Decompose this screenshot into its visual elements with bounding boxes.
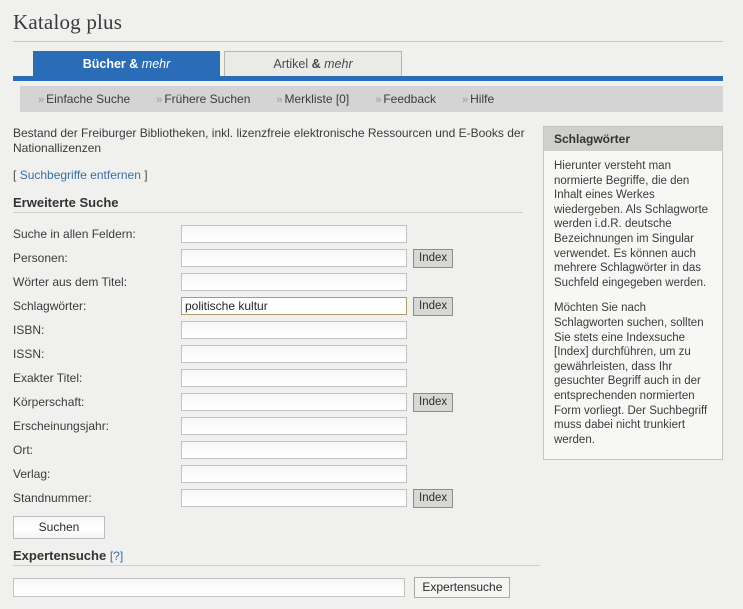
field-label-alle-felder: Suche in allen Feldern: xyxy=(13,227,136,241)
field-label-standnummer: Standnummer: xyxy=(13,491,92,505)
help-panel-schlagwoerter: Schlagwörter Hierunter versteht man norm… xyxy=(543,126,723,461)
table-row: Ort: xyxy=(13,438,473,462)
chevron-right-icon: » xyxy=(156,94,163,106)
search-submit-button[interactable]: Suchen xyxy=(13,516,105,539)
nav-item-einfache-suche-label: Einfache Suche xyxy=(46,92,131,106)
search-input-erscheinungsjahr[interactable] xyxy=(181,417,407,435)
expert-search-divider xyxy=(13,565,540,566)
advanced-search-divider xyxy=(13,212,523,213)
search-input-schlagwoerter[interactable] xyxy=(181,297,407,315)
secondary-nav: » Einfache Suche» Frühere Suchen» Merkliste… xyxy=(20,86,723,112)
nav-item-merkliste[interactable]: » Merkliste [0] xyxy=(276,86,349,113)
expert-search-heading: Expertensuche [?] xyxy=(13,548,540,563)
tab-artikel-und-mehr[interactable]: Artikel & mehr xyxy=(224,51,402,76)
expert-search-submit-button[interactable]: Expertensuche xyxy=(414,577,511,598)
expert-search-input[interactable] xyxy=(13,578,405,597)
title-divider xyxy=(13,41,723,42)
tab-artikel-label: Artikel xyxy=(273,57,309,71)
field-label-exakter-titel: Exakter Titel: xyxy=(13,371,83,385)
table-row: Suche in allen Feldern: xyxy=(13,222,473,246)
search-input-issn[interactable] xyxy=(181,345,407,363)
field-label-schlagwoerter: Schlagwörter: xyxy=(13,299,87,313)
table-row: ISBN: xyxy=(13,318,473,342)
search-input-woerter-titel[interactable] xyxy=(181,273,407,291)
field-label-issn: ISSN: xyxy=(13,347,45,361)
left-column: Bestand der Freiburger Bibliotheken, ink… xyxy=(0,126,540,598)
collection-description: Bestand der Freiburger Bibliotheken, ink… xyxy=(13,126,525,155)
tab-artikel-ampersand: & xyxy=(311,57,321,71)
table-row: Standnummer: Index xyxy=(13,486,473,510)
table-row: Verlag: xyxy=(13,462,473,486)
nav-item-hilfe[interactable]: » Hilfe xyxy=(462,86,494,113)
page-title: Katalog plus xyxy=(13,10,123,34)
expert-search-section: Expertensuche [?] Expertensuche xyxy=(13,548,540,598)
table-row: Schlagwörter: Index xyxy=(13,294,473,318)
search-input-isbn[interactable] xyxy=(181,321,407,339)
table-row: Körperschaft: Index xyxy=(13,390,473,414)
index-button-schlagwoerter[interactable]: Index xyxy=(413,296,454,316)
search-input-exakter-titel[interactable] xyxy=(181,369,407,387)
search-input-alle-felder[interactable] xyxy=(181,225,407,243)
bracket-close: ] xyxy=(144,168,148,182)
chevron-right-icon: » xyxy=(276,94,283,106)
field-label-isbn: ISBN: xyxy=(13,323,45,337)
remove-search-terms-link[interactable]: Suchbegriffe entfernen xyxy=(20,168,141,182)
field-label-ort: Ort: xyxy=(13,443,33,457)
nav-item-feedback-label: Feedback xyxy=(383,92,437,106)
bracket-open: [ xyxy=(13,168,17,182)
index-button-standnummer[interactable]: Index xyxy=(413,488,454,508)
tab-buecher-ampersand: & xyxy=(129,57,139,71)
tab-buecher-und-mehr[interactable]: Bücher & mehr xyxy=(33,51,220,76)
table-row: ISSN: xyxy=(13,342,473,366)
tab-artikel-mehr: mehr xyxy=(324,57,353,71)
expert-search-row: Expertensuche xyxy=(13,577,540,598)
search-input-standnummer[interactable] xyxy=(181,489,407,507)
table-row: Wörter aus dem Titel: xyxy=(13,270,473,294)
search-input-personen[interactable] xyxy=(181,249,407,267)
tab-bar: Bücher & mehr Artikel & mehr xyxy=(0,51,743,76)
advanced-search-form: Suche in allen Feldern: Personen: Index … xyxy=(13,222,473,539)
nav-item-einfache-suche[interactable]: » Einfache Suche xyxy=(38,86,130,113)
nav-item-fruehere-suchen-label: Frühere Suchen xyxy=(164,92,251,106)
table-row: Suchen xyxy=(13,510,473,539)
field-label-verlag: Verlag: xyxy=(13,467,51,481)
expert-search-heading-label: Expertensuche xyxy=(13,548,107,563)
help-panel-paragraph: Möchten Sie nach Schlagworten suchen, so… xyxy=(554,302,708,446)
help-panel-title: Schlagwörter xyxy=(544,127,722,151)
nav-item-merkliste-label: Merkliste [0] xyxy=(284,92,350,106)
tab-buecher-mehr: mehr xyxy=(141,57,171,71)
expert-search-help-link[interactable]: [?] xyxy=(110,549,123,563)
index-button-personen[interactable]: Index xyxy=(413,248,454,268)
help-panel-body: Hierunter versteht man normierte Begriff… xyxy=(544,151,722,459)
table-row: Erscheinungsjahr: xyxy=(13,414,473,438)
search-input-koerperschaft[interactable] xyxy=(181,393,407,411)
chevron-right-icon: » xyxy=(375,94,382,106)
nav-item-hilfe-label: Hilfe xyxy=(470,92,495,106)
search-input-verlag[interactable] xyxy=(181,465,407,483)
help-panel-paragraph: Hierunter versteht man normierte Begriff… xyxy=(554,160,709,289)
field-label-woerter-titel: Wörter aus dem Titel: xyxy=(13,275,128,289)
main-content: Bestand der Freiburger Bibliotheken, ink… xyxy=(0,126,743,598)
chevron-right-icon: » xyxy=(462,94,469,106)
advanced-search-heading: Erweiterte Suche xyxy=(13,195,119,210)
table-row: Personen: Index xyxy=(13,246,473,270)
remove-terms-line: [ Suchbegriffe entfernen ] xyxy=(13,168,530,182)
table-row: Exakter Titel: xyxy=(13,366,473,390)
chevron-right-icon: » xyxy=(38,94,45,106)
index-button-koerperschaft[interactable]: Index xyxy=(413,392,454,412)
tab-buecher-label: Bücher xyxy=(82,57,126,71)
field-label-personen: Personen: xyxy=(13,251,68,265)
field-label-koerperschaft: Körperschaft: xyxy=(13,395,85,409)
field-label-erscheinungsjahr: Erscheinungsjahr: xyxy=(13,419,110,433)
nav-item-feedback[interactable]: » Feedback xyxy=(375,86,436,113)
nav-item-fruehere-suchen[interactable]: » Frühere Suchen xyxy=(156,86,250,113)
search-input-ort[interactable] xyxy=(181,441,407,459)
